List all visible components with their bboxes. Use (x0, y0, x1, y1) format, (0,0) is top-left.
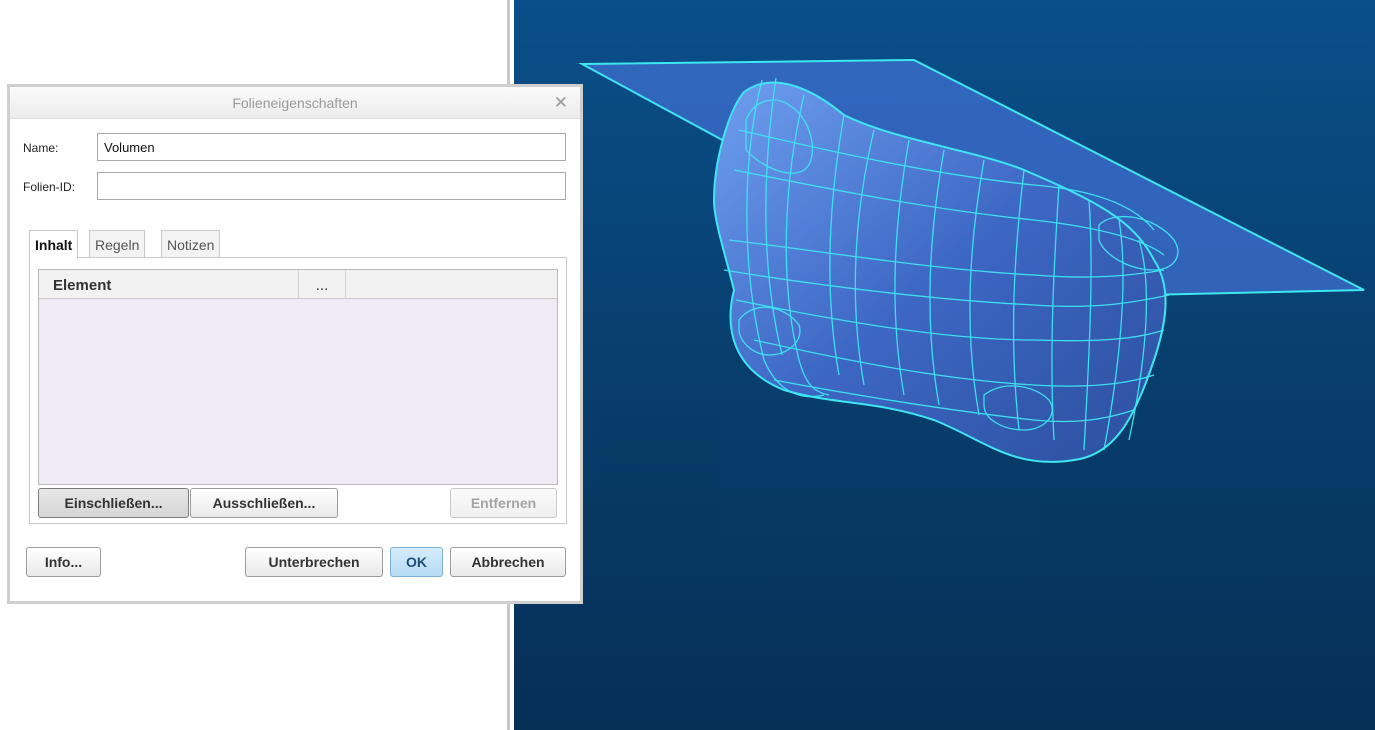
layer-id-label: Folien-ID: (23, 180, 76, 194)
table-header: Element ... (39, 270, 557, 299)
cancel-button[interactable]: Abbrechen (450, 547, 566, 577)
element-table[interactable]: Element ... (38, 269, 558, 485)
info-button[interactable]: Info... (26, 547, 101, 577)
dialog-title-bar[interactable]: Folieneigenschaften ✕ (10, 87, 580, 119)
include-button[interactable]: Einschließen... (38, 488, 189, 518)
layer-properties-dialog: Folieneigenschaften ✕ Name: Folien-ID: I… (7, 84, 583, 604)
interrupt-button[interactable]: Unterbrechen (245, 547, 383, 577)
3d-model-wireframe (578, 58, 1365, 560)
layer-id-field[interactable] (97, 172, 566, 200)
column-header-more[interactable]: ... (299, 270, 346, 299)
tab-regeln[interactable]: Regeln (89, 230, 146, 258)
dialog-title: Folieneigenschaften (232, 95, 358, 111)
graphics-viewport[interactable] (514, 0, 1375, 730)
remove-button[interactable]: Entfernen (450, 488, 557, 518)
name-field[interactable] (97, 133, 566, 161)
exclude-button[interactable]: Ausschließen... (190, 488, 338, 518)
column-header-element[interactable]: Element (39, 270, 299, 299)
ok-button[interactable]: OK (390, 547, 443, 577)
tab-panel-inhalt: Element ... Einschließen... Ausschließen… (29, 257, 567, 524)
name-label: Name: (23, 141, 59, 155)
tab-notizen[interactable]: Notizen (161, 230, 221, 258)
tab-inhalt[interactable]: Inhalt (29, 230, 79, 259)
close-icon[interactable]: ✕ (554, 93, 568, 113)
